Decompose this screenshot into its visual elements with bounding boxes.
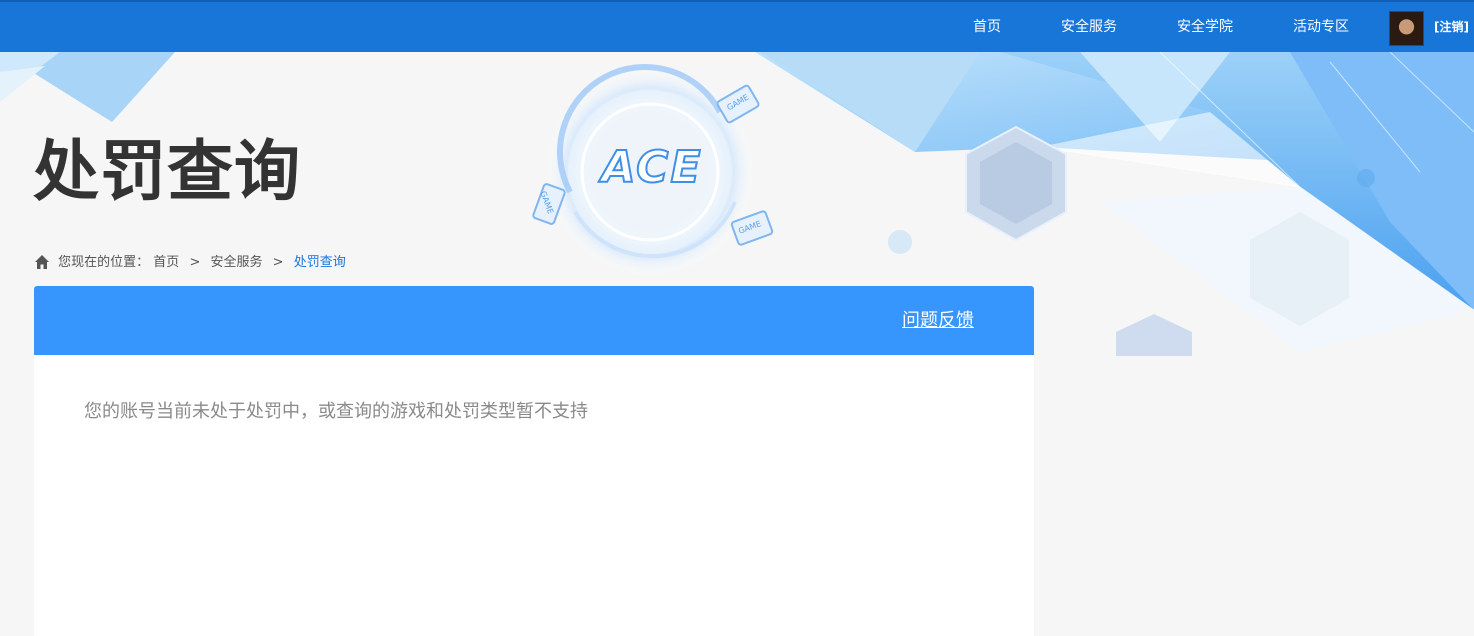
page: GAME GAME GAME ACE 首页 安全服务 安全学院 活动专区 [注销… — [0, 0, 1474, 636]
breadcrumb: 您现在的位置： 首页 > 安全服务 > 处罚查询 — [34, 254, 346, 272]
status-message: 您的账号当前未处于处罚中，或查询的游戏和处罚类型暂不支持 — [84, 401, 588, 422]
breadcrumb-separator: > — [189, 255, 201, 270]
nav-item-security-service[interactable]: 安全服务 — [1061, 2, 1117, 52]
avatar[interactable] — [1389, 11, 1424, 46]
breadcrumb-prefix: 您现在的位置： — [58, 255, 150, 270]
breadcrumb-separator: > — [272, 255, 284, 270]
ace-logo: ACE — [600, 141, 703, 194]
nav-item-security-academy[interactable]: 安全学院 — [1177, 2, 1233, 52]
nav-item-home[interactable]: 首页 — [973, 2, 1001, 52]
top-nav-bar: 首页 安全服务 安全学院 活动专区 [注销] — [0, 0, 1474, 52]
panel-body: 您的账号当前未处于处罚中，或查询的游戏和处罚类型暂不支持 — [34, 355, 1034, 636]
breadcrumb-home[interactable]: 首页 — [153, 254, 179, 272]
nav-item-events[interactable]: 活动专区 — [1293, 2, 1349, 52]
feedback-link[interactable]: 问题反馈 — [902, 286, 974, 355]
panel-header: 问题反馈 — [34, 286, 1034, 355]
home-icon — [35, 255, 49, 269]
logout-button[interactable]: [注销] — [1434, 2, 1469, 52]
breadcrumb-current: 处罚查询 — [293, 255, 346, 270]
page-title: 处罚查询 — [33, 133, 301, 210]
breadcrumb-security-service[interactable]: 安全服务 — [211, 254, 263, 272]
